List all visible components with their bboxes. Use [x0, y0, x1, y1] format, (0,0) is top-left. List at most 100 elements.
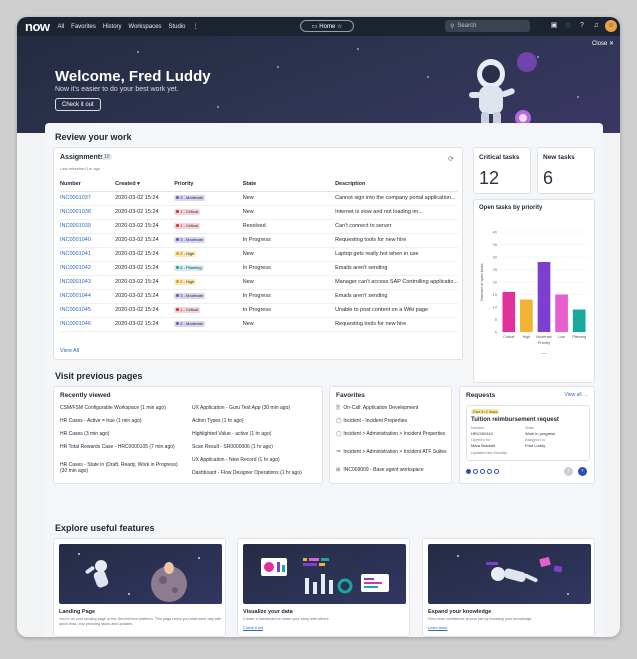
- y-tick-label: 25: [493, 267, 498, 272]
- nav-favorites[interactable]: Favorites: [71, 24, 96, 30]
- feature-card-landing-page[interactable]: Landing Page You're on your landing page…: [53, 538, 226, 637]
- priority-badge: 3 - Moderate: [174, 195, 205, 201]
- welcome-title: Welcome, Fred Luddy: [55, 68, 211, 85]
- review-section-title: Review your work: [55, 132, 132, 142]
- priority-cell: 2 - High: [174, 247, 243, 262]
- carousel-dot[interactable]: [494, 469, 499, 474]
- favorite-item[interactable]: ⊞ INC009009 - Base agent workspace: [336, 467, 450, 473]
- grid-icon: ⊞: [336, 467, 341, 473]
- new-tasks-card[interactable]: New tasks 6: [537, 147, 595, 194]
- carousel-dot[interactable]: [466, 469, 471, 474]
- chat-icon[interactable]: ◌: [563, 21, 573, 31]
- carousel-dot[interactable]: [487, 469, 492, 474]
- table-row[interactable]: INC0001045 2020-03-02 15:24 1 - Critical In…: [60, 303, 458, 318]
- carousel-dot[interactable]: [473, 469, 478, 474]
- incident-number-link[interactable]: INC0001041: [60, 247, 116, 262]
- incident-number-link[interactable]: INC0001040: [60, 233, 116, 248]
- table-row[interactable]: INC0001041 2020-03-02 15:24 2 - High New Lap…: [60, 247, 458, 262]
- nav-workspaces[interactable]: Workspaces: [129, 24, 162, 30]
- table-row[interactable]: INC0001046 2020-03-02 15:24 3 - Moderate Ne…: [60, 317, 458, 332]
- recent-item[interactable]: UX Application - New Record (1 hr ago): [192, 457, 322, 463]
- recent-item[interactable]: Scan Result - SR0000006 (1 hr ago): [192, 444, 322, 450]
- incident-number-link[interactable]: INC0001038: [60, 205, 116, 220]
- incident-number-link[interactable]: INC0001037: [60, 191, 116, 206]
- priority-cell: 1 - Critical: [174, 205, 243, 220]
- view-all-link[interactable]: View All: [60, 348, 79, 354]
- x-tick-label: Low: [558, 335, 565, 339]
- learn-more-link[interactable]: Learn more: [428, 626, 447, 630]
- carousel-pagination[interactable]: [466, 469, 499, 474]
- priority-badge: 2 - High: [174, 251, 197, 257]
- home-tab-pill[interactable]: ▭ Home ☆: [300, 20, 354, 32]
- favorite-item[interactable]: ≔ Incident > Administration > Incident A…: [336, 449, 448, 455]
- refresh-icon[interactable]: ⟳: [448, 155, 454, 163]
- state-cell: New: [242, 275, 336, 290]
- requests-view-all-link[interactable]: View all →: [564, 392, 588, 398]
- favorite-item[interactable]: ◯ Incident > Administration > Incident P…: [336, 431, 448, 437]
- help-icon[interactable]: ?: [577, 21, 587, 31]
- recent-item[interactable]: HR Cases - State in (Draft, Ready, Work …: [60, 462, 182, 474]
- incident-number-link[interactable]: INC0001043: [60, 275, 116, 290]
- briefcase-icon[interactable]: ▣: [549, 21, 559, 31]
- request-item-card[interactable]: Due in 2 days Tuition reimbursement requ…: [466, 405, 590, 461]
- incident-number-link[interactable]: INC0001044: [60, 289, 116, 304]
- recent-item[interactable]: HR Total Rewards Case - HRC0000105 (7 mi…: [60, 444, 180, 450]
- recent-item[interactable]: CSM/FSM Configurable Workspace (1 min ag…: [60, 405, 188, 411]
- carousel-prev-icon[interactable]: ‹: [564, 467, 573, 476]
- requests-card: Requests View all → Due in 2 days Tuitio…: [459, 386, 595, 484]
- assigned-to-label: Assigned to: [525, 438, 545, 442]
- incident-number-link[interactable]: INC0001039: [60, 219, 116, 234]
- recent-item[interactable]: Action Types (1 hr ago): [192, 418, 322, 424]
- table-row[interactable]: INC0001039 2020-03-02 15:24 1 - Critical Re…: [60, 219, 458, 234]
- check-it-out-link[interactable]: Check it out: [243, 626, 263, 630]
- y-axis-label: Number of open tasks: [480, 263, 484, 300]
- astronaut-illustration: [469, 52, 537, 128]
- nav-history[interactable]: History: [103, 24, 122, 30]
- column-header-state[interactable]: State: [242, 178, 336, 192]
- description-cell: Internet is slow and not loading im...: [335, 205, 458, 220]
- due-badge: Due in 2 days: [471, 409, 500, 414]
- recent-item[interactable]: UX Application - Guru Test App (30 min a…: [192, 405, 322, 411]
- recent-item[interactable]: Highlighted Value - active (1 hr ago): [192, 431, 322, 437]
- table-row[interactable]: INC0001042 2020-03-02 15:24 5 - Planning In…: [60, 261, 458, 276]
- user-avatar[interactable]: ☺: [605, 20, 617, 32]
- critical-tasks-card[interactable]: Critical tasks 12: [473, 147, 531, 194]
- column-header-description[interactable]: Description: [335, 178, 458, 192]
- y-tick-label: 10: [493, 305, 498, 310]
- recent-item[interactable]: HR Cases - Active = true (1 min ago): [60, 418, 188, 424]
- close-banner-button[interactable]: Close ✕: [592, 40, 614, 47]
- favorite-item[interactable]: ◯ Incident - Incident Properties: [336, 418, 407, 424]
- incident-number-link[interactable]: INC0001045: [60, 303, 116, 318]
- table-row[interactable]: INC0001044 2020-03-02 15:24 3 - Moderate In…: [60, 289, 458, 304]
- nav-studio[interactable]: Studio: [168, 24, 185, 30]
- incident-number-link[interactable]: INC0001042: [60, 261, 116, 276]
- priority-badge: 1 - Critical: [174, 307, 201, 313]
- carousel-next-icon[interactable]: ›: [578, 467, 587, 476]
- home-pill-label: Home ☆: [319, 23, 343, 30]
- carousel-dot[interactable]: [480, 469, 485, 474]
- global-search-input[interactable]: ⚲ Search: [445, 20, 530, 32]
- recent-item[interactable]: HR Cases (3 min ago): [60, 431, 188, 437]
- table-row[interactable]: INC0001040 2020-03-02 15:24 3 - Moderate In…: [60, 233, 458, 248]
- x-tick-label: Planning: [572, 335, 586, 339]
- table-row[interactable]: INC0001037 2020-03-02 15:24 3 - Moderate Ne…: [60, 191, 458, 206]
- priority-dot-icon: [176, 210, 180, 214]
- column-header-priority[interactable]: Priority: [174, 178, 243, 192]
- bell-icon[interactable]: ♫: [591, 21, 601, 31]
- description-cell: Requesting tools for new hire: [335, 317, 458, 332]
- table-row[interactable]: INC0001043 2020-03-02 15:24 2 - High New Man…: [60, 275, 458, 290]
- feature-card-expand-knowledge[interactable]: Expand your knowledge Find more confiden…: [422, 538, 595, 637]
- table-row[interactable]: INC0001038 2020-03-02 15:24 1 - Critical Ne…: [60, 205, 458, 220]
- now-logo[interactable]: now: [25, 19, 50, 34]
- column-header-number[interactable]: Number: [60, 178, 116, 192]
- check-it-out-button[interactable]: Check it out: [55, 98, 101, 111]
- nav-all[interactable]: All: [58, 24, 65, 30]
- favorite-item[interactable]: 🗎 On-Call: Application Development: [336, 405, 418, 411]
- incident-number-link[interactable]: INC0001046: [60, 317, 116, 332]
- priority-cell: 5 - Planning: [174, 261, 243, 276]
- recent-item[interactable]: Dashboard - Flow Designer Operations (1 …: [192, 470, 322, 476]
- y-tick-label: 40: [493, 230, 498, 235]
- column-header-created[interactable]: Created ▾: [115, 178, 175, 192]
- feature-card-visualize-data[interactable]: Visualize your data Create a dashboard t…: [237, 538, 410, 637]
- nav-more-icon[interactable]: ⋮: [192, 23, 198, 30]
